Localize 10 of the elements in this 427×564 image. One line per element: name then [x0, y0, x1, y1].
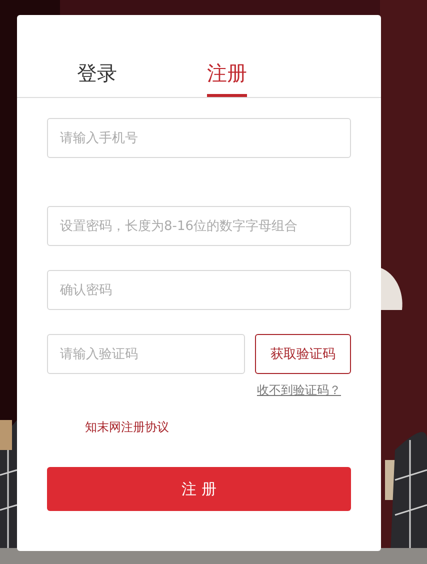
code-field[interactable]: 请输入验证码 [47, 334, 245, 374]
input-field[interactable]: 确认密码 [47, 270, 351, 310]
register-button[interactable]: 注 册 [47, 467, 351, 511]
tab[interactable]: 注册 [207, 15, 247, 97]
resend-link[interactable]: 收不到验证码？ [257, 382, 341, 399]
get-code-button[interactable]: 获取验证码 [255, 334, 351, 374]
input-field[interactable]: 设置密码，长度为8-16位的数字字母组合 [47, 206, 351, 246]
agreement-link[interactable]: 知末网注册协议 [85, 419, 169, 436]
tab[interactable]: 登录 [77, 15, 117, 97]
input-field[interactable]: 请输入手机号 [47, 118, 351, 158]
